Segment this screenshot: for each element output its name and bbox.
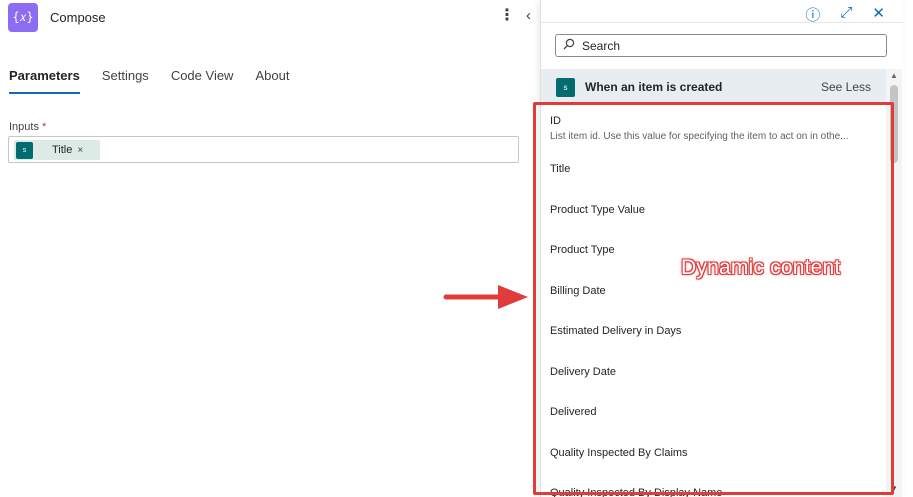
- see-less-link[interactable]: See Less: [821, 80, 871, 94]
- tab-settings[interactable]: Settings: [102, 68, 149, 94]
- trigger-group-title: When an item is created: [585, 80, 723, 94]
- trigger-group-header[interactable]: s When an item is created See Less: [541, 69, 886, 105]
- search-icon: [556, 38, 582, 53]
- remove-token-icon[interactable]: ×: [77, 145, 83, 156]
- list-item[interactable]: Estimated Delivery in Days: [541, 311, 886, 352]
- dynamic-token-title[interactable]: s Title ×: [14, 140, 100, 160]
- list-item[interactable]: Delivery Date: [541, 352, 886, 393]
- more-options-icon[interactable]: ⋮: [499, 8, 515, 24]
- tab-about[interactable]: About: [255, 68, 289, 94]
- search-input[interactable]: [582, 38, 872, 53]
- sharepoint-icon: s: [556, 77, 575, 97]
- list-item[interactable]: Title: [541, 149, 886, 190]
- tab-code-view[interactable]: Code View: [171, 68, 234, 94]
- compose-icon: {𝑥}: [8, 3, 38, 32]
- search-box[interactable]: [555, 34, 887, 57]
- required-marker: *: [42, 121, 47, 133]
- inputs-label-text: Inputs: [9, 121, 39, 133]
- list-item[interactable]: Delivered: [541, 392, 886, 433]
- dynamic-content-list: ID List item id. Use this value for spec…: [541, 105, 886, 497]
- list-item-description: List item id. Use this value for specify…: [550, 131, 849, 142]
- annotation-arrow-icon: [443, 285, 528, 309]
- inputs-field[interactable]: s Title ×: [8, 136, 519, 163]
- collapse-panel-icon[interactable]: ‹: [526, 7, 531, 24]
- scrollbar-thumb[interactable]: [890, 85, 898, 163]
- list-item-id[interactable]: ID List item id. Use this value for spec…: [541, 105, 886, 149]
- sharepoint-icon: s: [16, 141, 33, 159]
- dynamic-content-flyout: ⓘ ⤢ ✕ s When an item is created See Less…: [540, 0, 903, 497]
- action-title: Compose: [50, 10, 106, 25]
- scroll-down-icon[interactable]: ▼: [890, 484, 898, 493]
- inputs-field-label: Inputs *: [9, 121, 46, 133]
- list-item[interactable]: Product Type Value: [541, 190, 886, 231]
- token-label: Title: [52, 144, 73, 156]
- list-item[interactable]: Quality Inspected By Claims: [541, 433, 886, 474]
- list-item-title: ID: [550, 115, 561, 127]
- scroll-up-icon[interactable]: ▲: [890, 71, 898, 80]
- tab-parameters[interactable]: Parameters: [9, 68, 80, 94]
- scrollbar[interactable]: ▲ ▼: [886, 69, 902, 497]
- tab-bar: Parameters Settings Code View About: [9, 68, 289, 94]
- list-item[interactable]: Quality Inspected By Display Name: [541, 473, 886, 497]
- annotation-label: Dynamic content: [681, 256, 841, 279]
- divider: [541, 22, 903, 23]
